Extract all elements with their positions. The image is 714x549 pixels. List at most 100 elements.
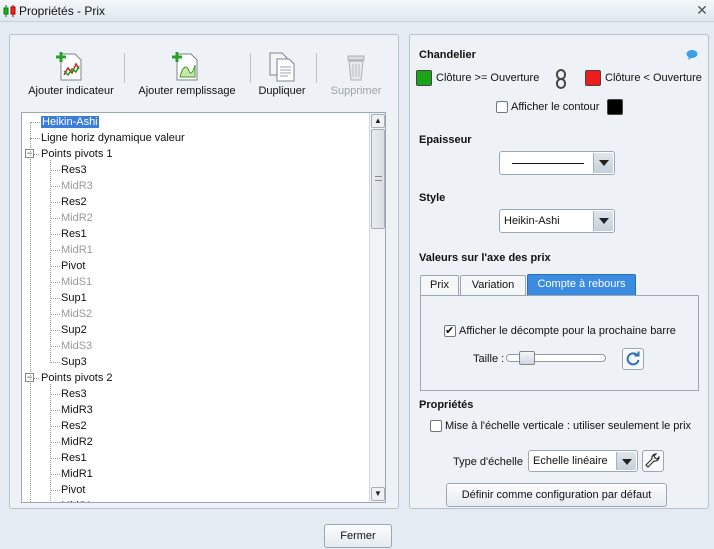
- style-dropdown[interactable]: Heikin-Ashi: [499, 209, 615, 233]
- tree-item-label: Pivot: [61, 484, 86, 496]
- tree-connector: [50, 474, 60, 475]
- objects-tree[interactable]: Heikin-Ashi Ligne horiz dynamique valeur P…: [21, 112, 386, 503]
- tree-item-label: MidR2: [61, 436, 93, 448]
- tree-connector: [50, 250, 60, 251]
- scale-settings-button[interactable]: [642, 450, 664, 472]
- tree-connector: [50, 202, 60, 203]
- add-indicator-button[interactable]: Ajouter indicateur: [16, 35, 126, 105]
- tree-item-label: Res3: [61, 388, 87, 400]
- tree-leaf[interactable]: Pivot: [61, 258, 85, 274]
- tree-leaf[interactable]: Sup3: [61, 354, 87, 370]
- tree-leaf[interactable]: Sup2: [61, 322, 87, 338]
- tree-item-label: Points pivots 2: [41, 372, 113, 384]
- tree-item-label: MidR3: [61, 404, 93, 416]
- show-outline-label: Afficher le contour: [511, 101, 600, 113]
- link-chain-icon[interactable]: [555, 69, 567, 89]
- tree-connector: [30, 138, 40, 139]
- wrench-icon: [645, 453, 660, 468]
- vertical-scale-checkbox[interactable]: [430, 420, 442, 432]
- tree-leaf[interactable]: MidR1: [61, 466, 93, 482]
- tree-node[interactable]: Ligne horiz dynamique valeur: [41, 130, 185, 146]
- tab-prix[interactable]: Prix: [420, 275, 459, 295]
- scale-type-dropdown[interactable]: Echelle linéaire: [528, 450, 638, 472]
- tree-leaf[interactable]: Pivot: [61, 482, 85, 498]
- tree-node[interactable]: Points pivots 2: [41, 370, 113, 386]
- tree-connector: [50, 346, 60, 347]
- tree-leaf[interactable]: Sup1: [61, 290, 87, 306]
- countdown-tab-panel: Afficher le décompte pour la prochaine b…: [420, 295, 699, 391]
- delete-button[interactable]: Supprimer: [326, 35, 386, 105]
- scroll-down-icon[interactable]: ▼: [371, 487, 385, 501]
- add-fill-label: Ajouter remplissage: [138, 85, 236, 97]
- properties-title: Propriétés: [419, 399, 474, 411]
- tree-connector: [50, 170, 60, 171]
- add-indicator-label: Ajouter indicateur: [28, 85, 114, 97]
- tree-leaf[interactable]: Res1: [61, 226, 87, 242]
- duplicate-button[interactable]: Dupliquer: [254, 35, 310, 105]
- tree-connector: [30, 122, 31, 502]
- reset-button[interactable]: [622, 348, 644, 370]
- tree-item-label: Sup2: [61, 324, 87, 336]
- tree-connector: [50, 218, 60, 219]
- tree-leaf[interactable]: Res1: [61, 450, 87, 466]
- tree-item-label: Sup1: [61, 292, 87, 304]
- thickness-title: Epaisseur: [419, 134, 472, 146]
- tree-item-label: Res2: [61, 420, 87, 432]
- tree-leaf[interactable]: Res3: [61, 162, 87, 178]
- size-slider-thumb[interactable]: [518, 351, 535, 365]
- grip-icon: [375, 176, 382, 181]
- toolbar-divider: [316, 53, 317, 83]
- tree-leaf[interactable]: MidR3: [61, 178, 93, 194]
- down-color-swatch[interactable]: [585, 70, 601, 86]
- tree-connector: [50, 314, 60, 315]
- tree-leaf[interactable]: MidS1: [61, 498, 92, 502]
- thickness-dropdown[interactable]: [499, 151, 615, 175]
- tree-leaf[interactable]: MidS1: [61, 274, 92, 290]
- tree-connector: [50, 426, 60, 427]
- show-outline-checkbox[interactable]: [496, 101, 508, 113]
- candlestick-app-icon: [3, 5, 16, 17]
- tree-leaf[interactable]: Res2: [61, 194, 87, 210]
- add-fill-button[interactable]: Ajouter remplissage: [132, 35, 242, 105]
- price-axis-title: Valeurs sur l'axe des prix: [419, 252, 551, 264]
- close-button[interactable]: Fermer: [324, 524, 392, 548]
- up-color-label: Clôture >= Ouverture: [436, 72, 540, 84]
- window-title: Propriétés - Prix: [19, 4, 106, 18]
- tab-variation[interactable]: Variation: [460, 275, 526, 295]
- outline-color-swatch[interactable]: [607, 99, 623, 115]
- scroll-thumb[interactable]: [371, 129, 385, 229]
- tree-leaf[interactable]: MidR2: [61, 434, 93, 450]
- scroll-up-icon[interactable]: ▲: [371, 114, 385, 128]
- tree-leaf[interactable]: MidR2: [61, 210, 93, 226]
- tree-item-label: MidS1: [61, 276, 93, 288]
- tree-leaf[interactable]: Res2: [61, 418, 87, 434]
- chat-bubble-icon[interactable]: [686, 49, 698, 61]
- tree-leaf[interactable]: MidS2: [61, 306, 92, 322]
- up-color-swatch[interactable]: [416, 70, 432, 86]
- chevron-down-icon: [616, 452, 636, 470]
- add-fill-icon: [172, 52, 198, 81]
- tree-item-label: Sup3: [61, 356, 87, 368]
- tree-leaf[interactable]: Res3: [61, 386, 87, 402]
- tree-item-label: Pivot: [61, 260, 86, 272]
- add-indicator-icon: [56, 52, 82, 81]
- size-label: Taille :: [473, 353, 505, 365]
- tree-item-label: Points pivots 1: [41, 148, 113, 160]
- tree-item-label: Res3: [61, 164, 87, 176]
- tree-connector: [50, 384, 51, 502]
- countdown-checkbox[interactable]: [444, 324, 456, 337]
- tree-node[interactable]: Heikin-Ashi: [41, 114, 99, 130]
- tree-node[interactable]: Points pivots 1: [41, 146, 113, 162]
- chevron-down-icon: [593, 211, 613, 231]
- tree-connector: [50, 282, 60, 283]
- tree-scrollbar[interactable]: ▲ ▼: [369, 113, 385, 502]
- tree-item-label: Ligne horiz dynamique valeur: [41, 132, 185, 144]
- tree-item-label: MidR3: [61, 180, 93, 192]
- close-window-icon[interactable]: ✕: [694, 2, 710, 18]
- tree-leaf[interactable]: MidS3: [61, 338, 92, 354]
- tree-leaf[interactable]: MidR1: [61, 242, 93, 258]
- tree-connector: [50, 160, 51, 363]
- set-default-button[interactable]: Définir comme configuration par défaut: [446, 483, 667, 507]
- tab-countdown[interactable]: Compte à rebours: [527, 274, 636, 295]
- tree-leaf[interactable]: MidR3: [61, 402, 93, 418]
